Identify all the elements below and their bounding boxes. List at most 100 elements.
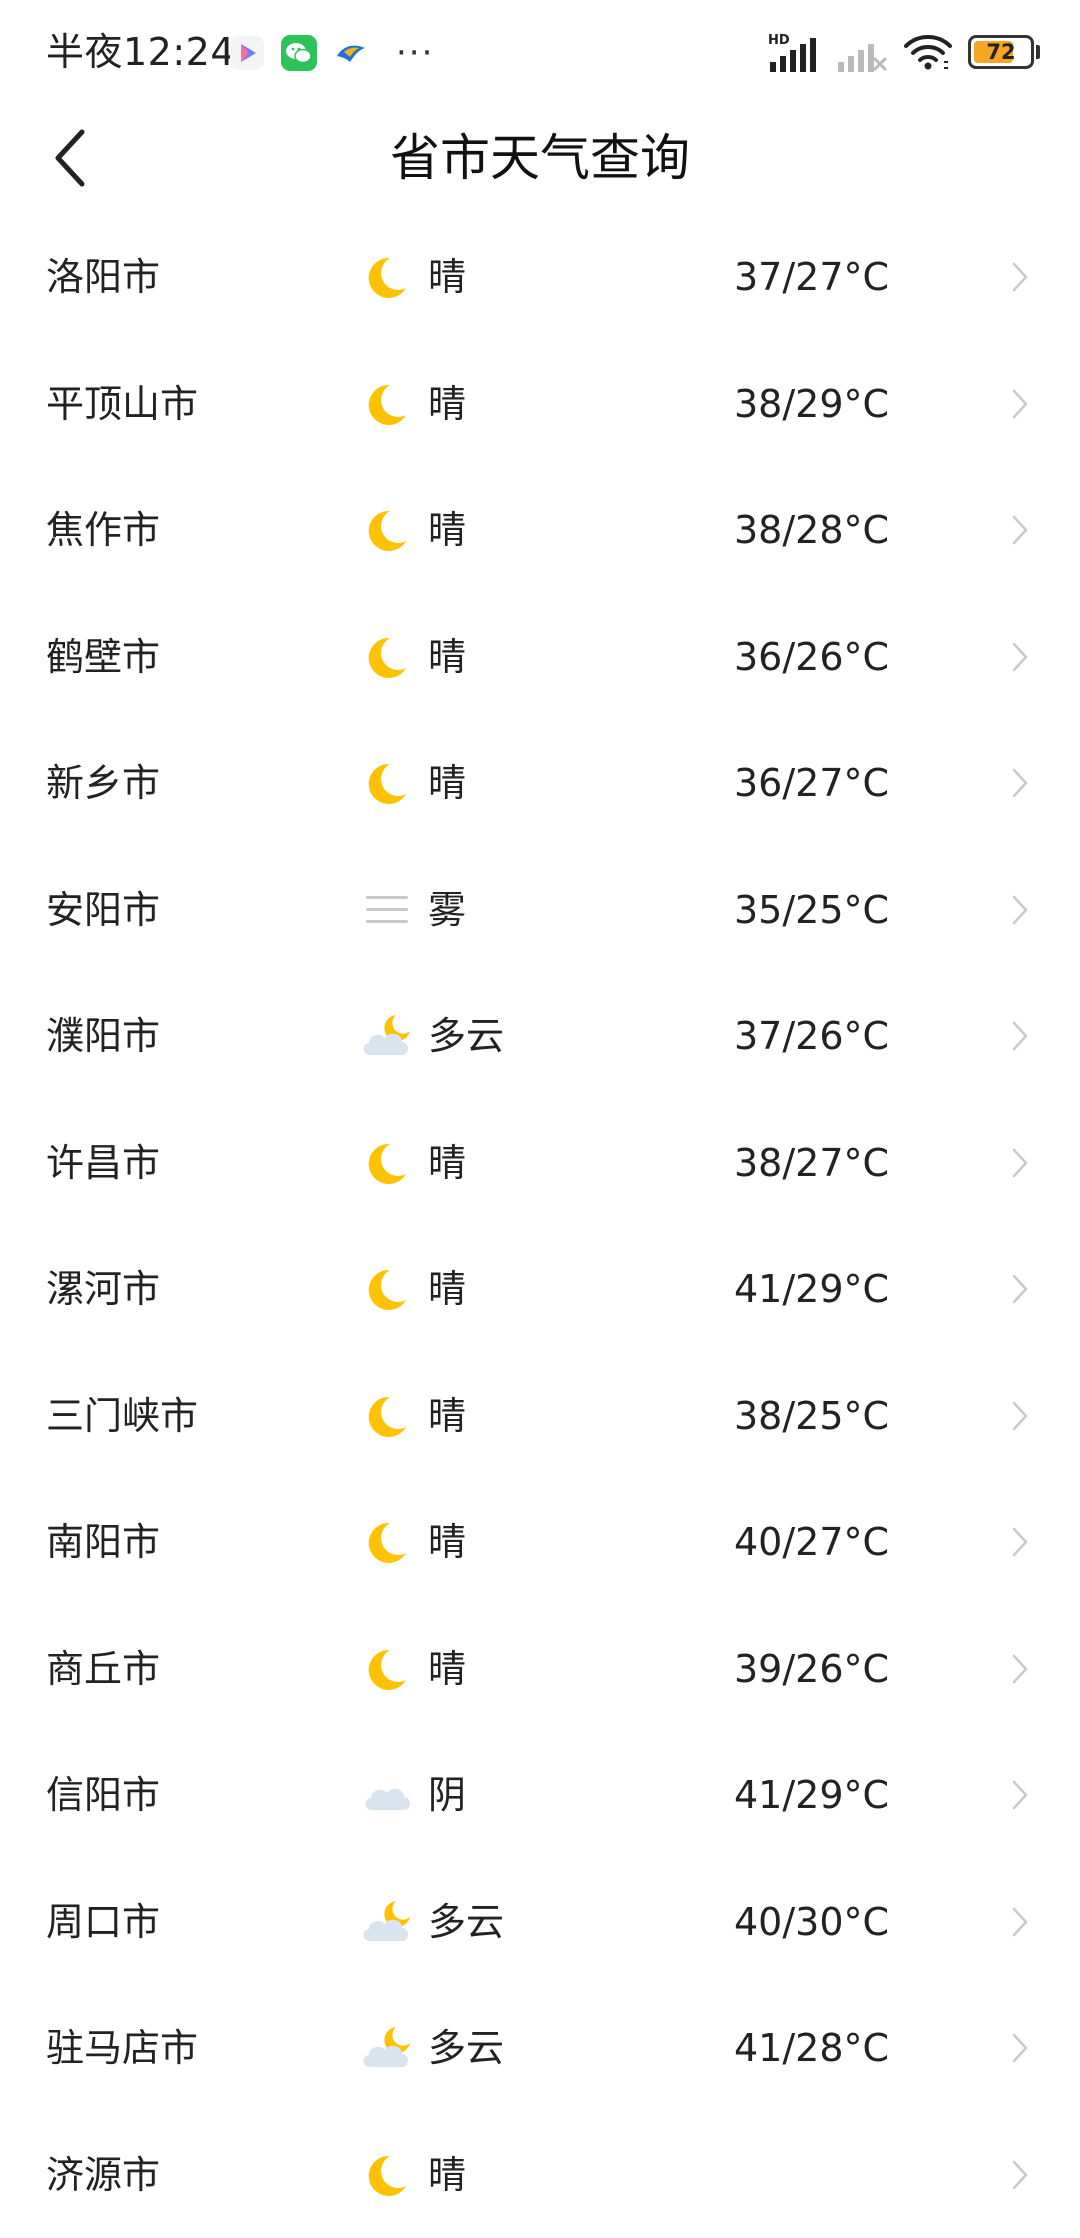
temperature-range: 38/25°C bbox=[734, 1391, 889, 1441]
moon-icon bbox=[360, 632, 416, 682]
city-name: 商丘市 bbox=[46, 1644, 160, 1694]
temperature-range: 41/29°C bbox=[734, 1264, 889, 1314]
moon-icon bbox=[360, 1138, 416, 1188]
weather-condition: 阴 bbox=[428, 1770, 466, 1820]
weather-condition: 晴 bbox=[428, 758, 466, 808]
status-time: 半夜12:24 bbox=[46, 26, 235, 78]
city-row[interactable]: 许昌市晴38/27°C bbox=[0, 1100, 1080, 1227]
weather-condition: 晴 bbox=[428, 1391, 466, 1441]
city-name: 驻马店市 bbox=[46, 2023, 198, 2073]
temperature-range: 39/26°C bbox=[734, 1644, 889, 1694]
chevron-right-icon bbox=[1010, 513, 1030, 547]
weather-condition: 晴 bbox=[428, 252, 466, 302]
city-row[interactable]: 新乡市 晴 36/27°C bbox=[0, 720, 1080, 847]
signal-no-service-icon bbox=[836, 30, 888, 74]
city-name: 济源市 bbox=[46, 2150, 160, 2200]
temperature-range: 37/26°C bbox=[734, 1011, 889, 1061]
weather-condition: 多云 bbox=[428, 1011, 504, 1061]
city-row[interactable]: 驻马店市多云41/28°C bbox=[0, 1985, 1080, 2112]
signal-hd-icon: HD bbox=[766, 30, 822, 74]
chevron-right-icon bbox=[1010, 387, 1030, 421]
city-list: 洛阳市晴37/27°C平顶山市晴38/29°C焦作市晴38/28°C鹤壁市晴36… bbox=[0, 214, 1080, 2238]
weather-condition: 雾 bbox=[428, 885, 466, 935]
city-name: 平顶山市 bbox=[46, 379, 198, 429]
status-bar: 半夜12:24 ··· HD bbox=[0, 0, 1080, 104]
city-name: 濮阳市 bbox=[46, 1011, 160, 1061]
battery-cap bbox=[1036, 45, 1040, 59]
city-name: 焦作市 bbox=[46, 505, 160, 555]
weather-condition: 晴 bbox=[428, 505, 466, 555]
chevron-right-icon bbox=[1010, 640, 1030, 674]
city-name: 周口市 bbox=[46, 1897, 160, 1947]
moon-icon bbox=[360, 1391, 416, 1441]
more-notifications-icon: ··· bbox=[396, 34, 434, 72]
chevron-right-icon bbox=[1010, 260, 1030, 294]
city-name: 鹤壁市 bbox=[46, 632, 160, 682]
moon-icon bbox=[360, 252, 416, 302]
city-row[interactable]: 信阳市 阴 41/29°C bbox=[0, 1732, 1080, 1859]
city-name: 安阳市 bbox=[46, 885, 160, 935]
city-row[interactable]: 鹤壁市晴36/26°C bbox=[0, 594, 1080, 721]
chevron-right-icon bbox=[1010, 893, 1030, 927]
temperature-range: 36/27°C bbox=[734, 758, 889, 808]
fog-icon bbox=[360, 885, 416, 935]
battery-percentage: 72 bbox=[971, 38, 1031, 66]
temperature-range: 38/29°C bbox=[734, 379, 889, 429]
battery-icon: 72 bbox=[968, 35, 1034, 69]
weather-condition: 晴 bbox=[428, 1644, 466, 1694]
temperature-range: 40/27°C bbox=[734, 1517, 889, 1567]
moon-icon bbox=[360, 758, 416, 808]
weather-condition: 晴 bbox=[428, 1517, 466, 1567]
moon-icon bbox=[360, 1644, 416, 1694]
weather-condition: 晴 bbox=[428, 379, 466, 429]
temperature-range: 41/28°C bbox=[734, 2023, 889, 2073]
city-row[interactable]: 漯河市 晴 41/29°C bbox=[0, 1226, 1080, 1353]
moon-icon bbox=[360, 1264, 416, 1314]
city-name: 漯河市 bbox=[46, 1264, 160, 1314]
city-row[interactable]: 安阳市 雾 35/25°C bbox=[0, 847, 1080, 974]
chevron-right-icon bbox=[1010, 766, 1030, 800]
chevron-right-icon bbox=[1010, 1525, 1030, 1559]
temperature-range: 40/30°C bbox=[734, 1897, 889, 1947]
partly-cloudy-night-icon bbox=[360, 1011, 416, 1061]
chevron-right-icon bbox=[1010, 1019, 1030, 1053]
city-row[interactable]: 焦作市晴38/28°C bbox=[0, 467, 1080, 594]
moon-icon bbox=[360, 2150, 416, 2200]
chevron-right-icon bbox=[1010, 1399, 1030, 1433]
city-name: 许昌市 bbox=[46, 1138, 160, 1188]
city-name: 信阳市 bbox=[46, 1770, 160, 1820]
city-row[interactable]: 洛阳市 晴 37/27°C bbox=[0, 214, 1080, 341]
chevron-right-icon bbox=[1010, 1905, 1030, 1939]
temperature-range: 35/25°C bbox=[734, 885, 889, 935]
status-app-icons: ··· bbox=[228, 34, 434, 72]
city-row[interactable]: 济源市 晴 bbox=[0, 2112, 1080, 2238]
weather-condition: 晴 bbox=[428, 2150, 466, 2200]
partly-cloudy-night-icon bbox=[360, 1897, 416, 1947]
city-row[interactable]: 三门峡市 晴 38/25°C bbox=[0, 1353, 1080, 1480]
city-row[interactable]: 濮阳市 多云 37/26°C bbox=[0, 973, 1080, 1100]
weather-condition: 晴 bbox=[428, 1264, 466, 1314]
moon-icon bbox=[360, 505, 416, 555]
city-name: 洛阳市 bbox=[46, 252, 160, 302]
temperature-range: 38/27°C bbox=[734, 1138, 889, 1188]
moon-icon bbox=[360, 379, 416, 429]
header: 省市天气查询 bbox=[0, 104, 1080, 212]
chevron-right-icon bbox=[1010, 2158, 1030, 2192]
temperature-range: 41/29°C bbox=[734, 1770, 889, 1820]
city-name: 新乡市 bbox=[46, 758, 160, 808]
city-name: 南阳市 bbox=[46, 1517, 160, 1567]
chevron-right-icon bbox=[1010, 1146, 1030, 1180]
city-row[interactable]: 商丘市 晴 39/26°C bbox=[0, 1606, 1080, 1733]
cloud-icon bbox=[360, 1770, 416, 1820]
chevron-right-icon bbox=[1010, 1272, 1030, 1306]
network-label: HD bbox=[768, 33, 790, 48]
city-row[interactable]: 平顶山市 晴 38/29°C bbox=[0, 341, 1080, 468]
temperature-range: 37/27°C bbox=[734, 252, 889, 302]
city-name: 三门峡市 bbox=[46, 1391, 198, 1441]
wifi-icon bbox=[902, 30, 954, 74]
status-indicators: HD 72 bbox=[752, 30, 1040, 74]
city-row[interactable]: 南阳市 晴 40/27°C bbox=[0, 1479, 1080, 1606]
city-row[interactable]: 周口市多云40/30°C bbox=[0, 1859, 1080, 1986]
wechat-icon bbox=[280, 34, 318, 72]
bird-app-icon bbox=[332, 34, 370, 72]
